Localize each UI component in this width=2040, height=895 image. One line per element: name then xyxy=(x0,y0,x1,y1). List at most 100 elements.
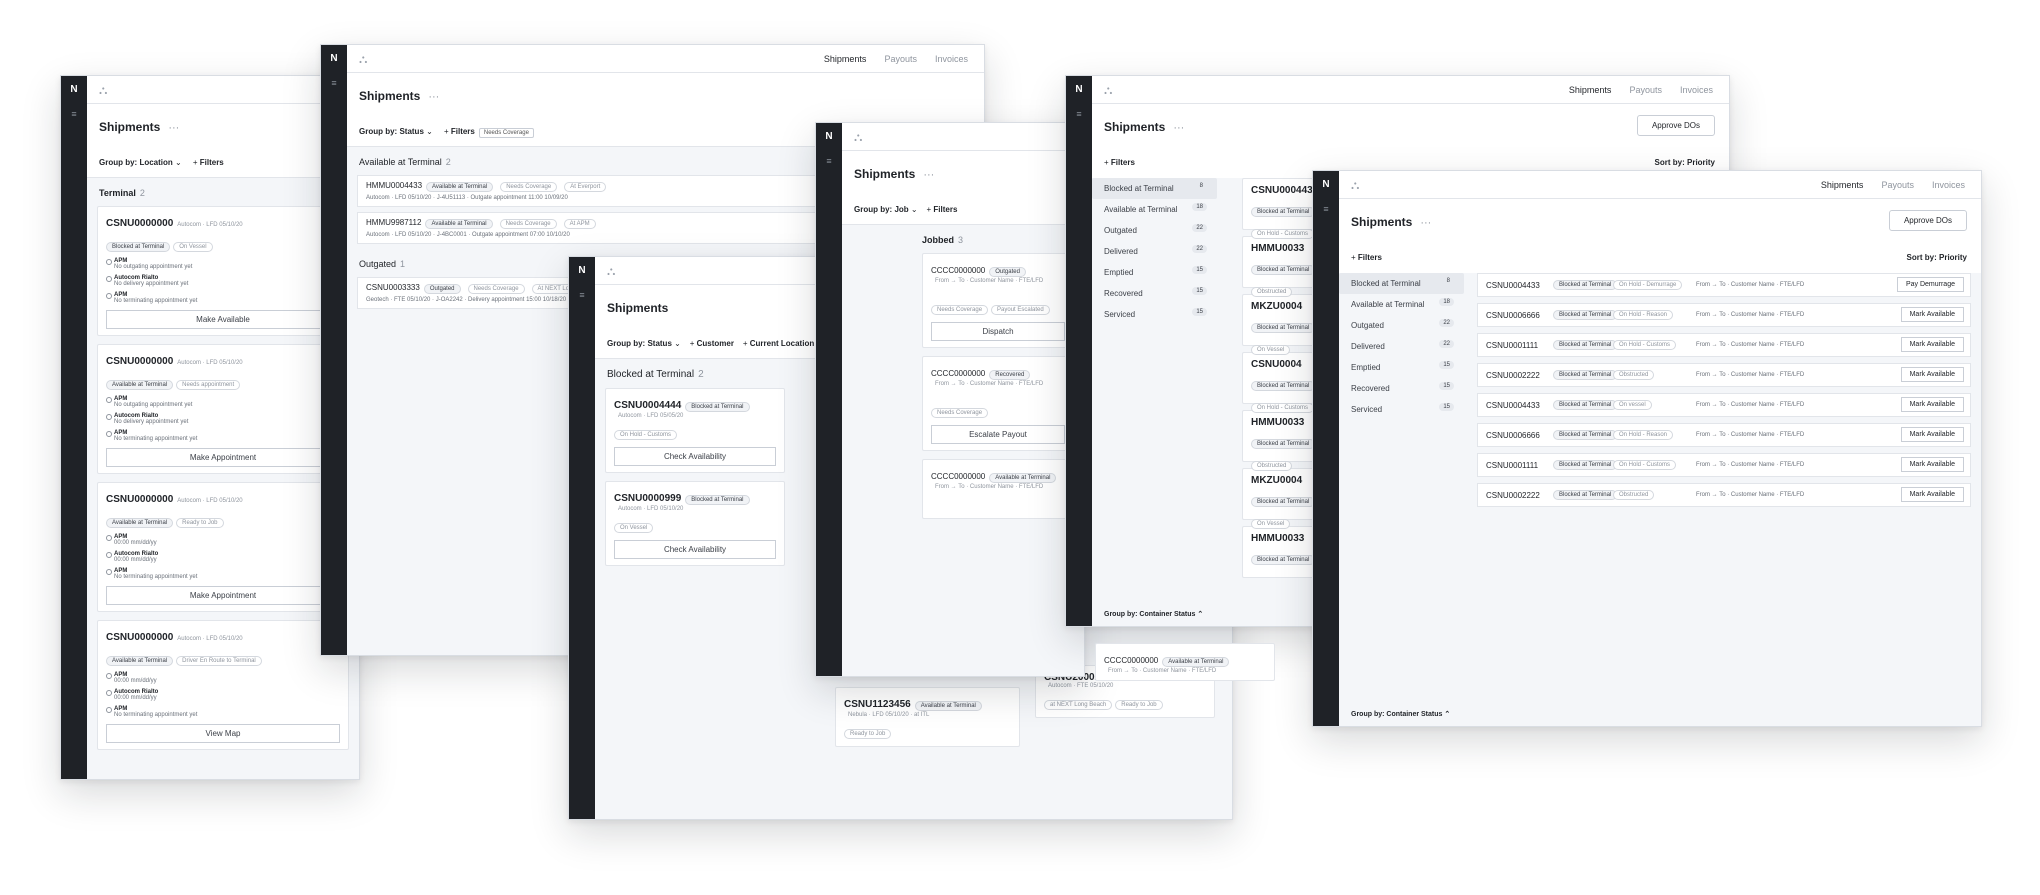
more-icon[interactable]: ··· xyxy=(923,169,934,181)
status-badge[interactable]: Blocked at Terminal xyxy=(1553,460,1618,470)
table-row[interactable]: CSNU0006666 Blocked at Terminal On Hold - … xyxy=(1477,303,1971,327)
status-badge[interactable]: Blocked at Terminal xyxy=(1553,400,1618,410)
filters-button[interactable]: Filters xyxy=(200,158,224,167)
shipment-card[interactable]: CSNU1123456 Available at Terminal Nebula ·… xyxy=(835,687,1020,747)
status-filter-item[interactable]: Serviced 15 xyxy=(1092,304,1217,325)
row-action-button[interactable]: Mark Available xyxy=(1900,307,1964,322)
job-card[interactable]: CCCC0000000 Available at Terminal From → T… xyxy=(922,459,1074,519)
status-filter-item[interactable]: Emptied 15 xyxy=(1092,262,1217,283)
menu-icon[interactable]: ≡ xyxy=(569,290,595,300)
status-badge[interactable]: Blocked at Terminal xyxy=(1251,497,1316,507)
status-filter-item[interactable]: Outgated 22 xyxy=(1339,315,1464,336)
table-row[interactable]: CSNU0006666 Blocked at Terminal On Hold - … xyxy=(1477,423,1971,447)
status-filter-item[interactable]: Serviced 15 xyxy=(1339,399,1464,420)
menu-icon[interactable]: ≡ xyxy=(321,78,347,88)
status-badge[interactable]: Available at Terminal xyxy=(989,473,1057,483)
menu-icon[interactable]: ≡ xyxy=(1313,204,1339,214)
status-badge[interactable]: Blocked at Terminal xyxy=(1251,323,1316,333)
more-icon[interactable]: ··· xyxy=(168,122,179,134)
row-action-button[interactable]: Mark Available xyxy=(1900,457,1964,472)
group-by-footer[interactable]: Group by: Container Status ⌃ xyxy=(1104,610,1203,618)
nav-invoices[interactable]: Invoices xyxy=(935,54,968,64)
nav-shipments[interactable]: Shipments xyxy=(824,54,867,64)
shipment-card[interactable]: CSNU0000000 Autocom · LFD 05/10/20 Availab… xyxy=(97,344,349,474)
sort-dropdown[interactable]: Sort by: Priority xyxy=(1907,253,1967,262)
status-filter-item[interactable]: Blocked at Terminal 8 xyxy=(1339,273,1464,294)
check-availability-button[interactable]: Check Availability xyxy=(614,447,776,466)
status-filter-item[interactable]: Blocked at Terminal 8 xyxy=(1092,178,1217,199)
status-badge[interactable]: Available at Terminal xyxy=(1162,657,1230,667)
nav-invoices[interactable]: Invoices xyxy=(1932,180,1965,190)
status-badge[interactable]: Outgated xyxy=(423,284,461,294)
menu-icon[interactable]: ≡ xyxy=(1066,109,1092,119)
nav-shipments[interactable]: Shipments xyxy=(1821,180,1864,190)
job-card[interactable]: CCCC0000000 Recovered From → To · Customer… xyxy=(922,356,1074,451)
more-icon[interactable]: ··· xyxy=(1173,122,1184,134)
filter-chip[interactable]: Needs Coverage xyxy=(478,128,534,138)
status-filter-item[interactable]: Delivered 22 xyxy=(1339,336,1464,357)
row-action-button[interactable]: Mark Available xyxy=(1900,487,1964,502)
shipment-card[interactable]: CSNU0000000 Autocom · LFD 05/10/20 Availab… xyxy=(97,620,349,750)
status-badge[interactable]: Blocked at Terminal xyxy=(1251,381,1316,391)
group-by-dropdown[interactable]: Group by: Location xyxy=(99,158,173,167)
status-badge[interactable]: Blocked at Terminal xyxy=(1251,555,1316,565)
row-action-button[interactable]: Pay Demurrage xyxy=(1896,277,1964,292)
status-badge[interactable]: Blocked at Terminal xyxy=(1553,310,1618,320)
group-by-dropdown[interactable]: Group by: Job xyxy=(854,205,909,214)
filters-button[interactable]: Filters xyxy=(1111,158,1135,167)
nav-payouts[interactable]: Payouts xyxy=(1881,180,1914,190)
shipment-card[interactable]: CSNU0000000 Autocom · LFD 05/10/20 Availab… xyxy=(97,482,349,612)
status-badge[interactable]: Available at Terminal xyxy=(106,518,174,528)
status-badge[interactable]: Available at Terminal xyxy=(914,701,982,711)
menu-icon[interactable]: ≡ xyxy=(816,156,842,166)
sort-dropdown[interactable]: Sort by: Priority xyxy=(1655,158,1715,167)
row-action-button[interactable]: Mark Available xyxy=(1900,367,1964,382)
shipment-card[interactable]: CSNU0004444 Blocked at Terminal Autocom · … xyxy=(605,388,785,473)
table-row[interactable]: CSNU0001111 Blocked at Terminal On Hold - … xyxy=(1477,333,1971,357)
status-filter-item[interactable]: Outgated 22 xyxy=(1092,220,1217,241)
nav-payouts[interactable]: Payouts xyxy=(884,54,917,64)
status-badge[interactable]: Blocked at Terminal xyxy=(685,495,750,505)
status-badge[interactable]: Blocked at Terminal xyxy=(1251,207,1316,217)
status-filter-item[interactable]: Available at Terminal 18 xyxy=(1092,199,1217,220)
action-button[interactable]: Make Appointment xyxy=(106,586,340,605)
status-badge[interactable]: Blocked at Terminal xyxy=(1251,439,1316,449)
status-filter-item[interactable]: Emptied 15 xyxy=(1339,357,1464,378)
status-badge[interactable]: Blocked at Terminal xyxy=(1553,340,1618,350)
menu-icon[interactable]: ≡ xyxy=(61,109,87,119)
status-badge[interactable]: Blocked at Terminal xyxy=(1553,370,1618,380)
row-action-button[interactable]: Mark Available xyxy=(1900,397,1964,412)
status-filter-item[interactable]: Recovered 15 xyxy=(1339,378,1464,399)
nav-payouts[interactable]: Payouts xyxy=(1629,85,1662,95)
table-row[interactable]: CSNU0002222 Blocked at Terminal Obstructed… xyxy=(1477,363,1971,387)
status-badge[interactable]: Blocked at Terminal xyxy=(685,402,750,412)
nav-invoices[interactable]: Invoices xyxy=(1680,85,1713,95)
shipment-card[interactable]: CSNU0000999 Blocked at Terminal Autocom · … xyxy=(605,481,785,566)
status-badge[interactable]: Available at Terminal xyxy=(425,219,493,229)
approve-dos-button[interactable]: Approve DOs xyxy=(1888,210,1967,231)
group-by-dropdown[interactable]: Group by: Status xyxy=(607,339,672,348)
location-filter[interactable]: Current Location xyxy=(750,339,814,348)
action-button[interactable]: View Map xyxy=(106,724,340,743)
table-row[interactable]: CSNU0004433 Blocked at Terminal On Hold - … xyxy=(1477,273,1971,297)
status-badge[interactable]: Recovered xyxy=(989,370,1031,380)
group-by-footer[interactable]: Group by: Container Status ⌃ xyxy=(1351,710,1450,718)
check-availability-button[interactable]: Check Availability xyxy=(614,540,776,559)
action-button[interactable]: Make Available xyxy=(106,310,340,329)
status-filter-item[interactable]: Recovered 15 xyxy=(1092,283,1217,304)
status-badge[interactable]: Available at Terminal xyxy=(106,380,174,390)
status-badge[interactable]: Blocked at Terminal xyxy=(1251,265,1316,275)
filters-button[interactable]: Filters xyxy=(1358,253,1382,262)
filters-button[interactable]: Filters xyxy=(451,127,475,136)
customer-filter[interactable]: Customer xyxy=(697,339,734,348)
status-badge[interactable]: Blocked at Terminal xyxy=(106,242,171,252)
status-badge[interactable]: Available at Terminal xyxy=(106,656,174,666)
status-badge[interactable]: Blocked at Terminal xyxy=(1553,490,1618,500)
approve-dos-button[interactable]: Approve DOs xyxy=(1636,115,1715,136)
status-badge[interactable]: Outgated xyxy=(989,267,1026,277)
status-badge[interactable]: Blocked at Terminal xyxy=(1553,430,1618,440)
table-row[interactable]: CSNU0001111 Blocked at Terminal On Hold - … xyxy=(1477,453,1971,477)
more-icon[interactable]: ··· xyxy=(1420,217,1431,229)
status-badge[interactable]: Blocked at Terminal xyxy=(1553,280,1618,290)
status-filter-item[interactable]: Delivered 22 xyxy=(1092,241,1217,262)
